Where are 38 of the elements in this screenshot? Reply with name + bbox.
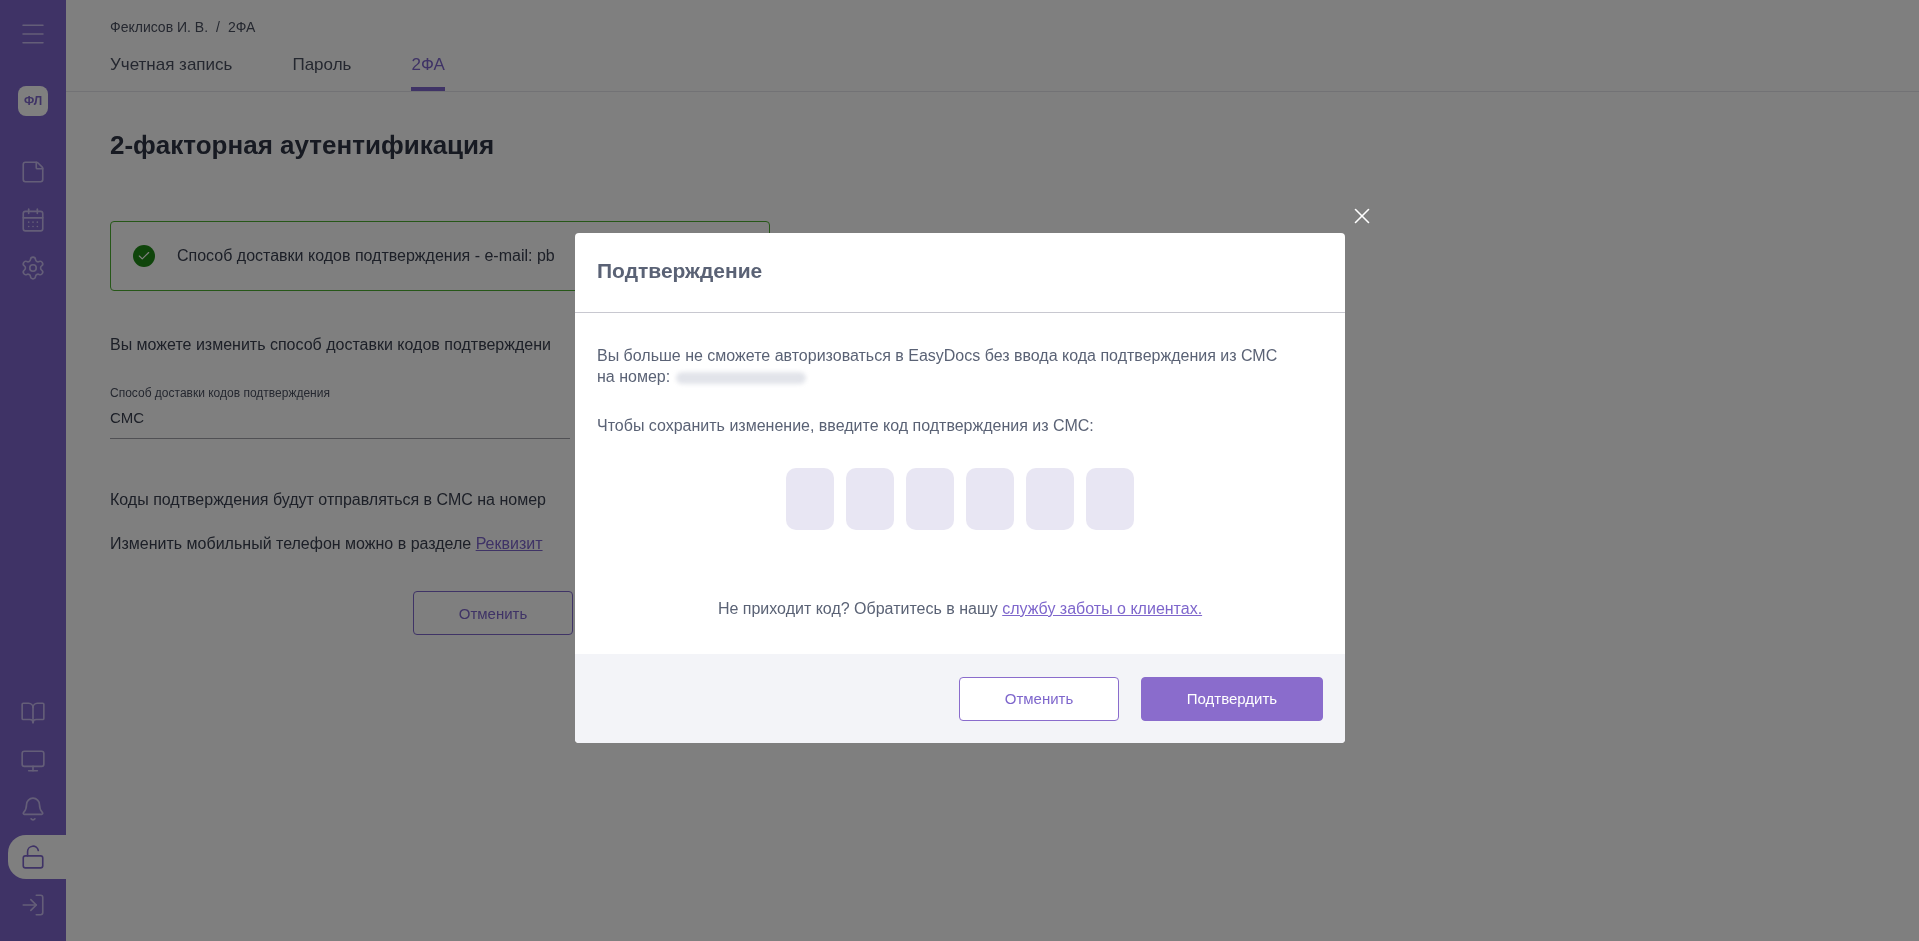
cancel-button[interactable]: Отменить [959, 676, 1119, 721]
intro-text: Вы можете изменить способ доставки кодов подтверждени [110, 336, 551, 354]
breadcrumb-item[interactable]: Феклисов И. В. [110, 19, 209, 35]
page-title: 2-факторная аутентификация [110, 130, 495, 161]
code-digit-field[interactable] [1086, 468, 1134, 530]
dialog-prompt: Чтобы сохранить изменение, введите код подтверждения из СМС: [597, 417, 1094, 434]
dialog-message: Вы больше не сможете авторизоваться в EasyDocs без ввода кода подтверждения из СМС [597, 347, 1278, 364]
breadcrumb-item: 2ФА [227, 19, 256, 35]
help-text: Не приходит код? Обратитесь в нашу [717, 600, 999, 617]
calendar-icon [20, 207, 46, 233]
check-icon [133, 245, 155, 267]
cancel-button[interactable]: Отменить [413, 591, 573, 635]
delivery-method-field[interactable]: Способ доставки кодов подтверждения СМС [110, 386, 570, 439]
code-digit-field[interactable] [906, 468, 954, 530]
sidebar-item[interactable] [8, 835, 66, 879]
tab[interactable]: 2ФА [411, 55, 445, 91]
sms-note-text: Коды подтверждения будут отправляться в СМС на номер [110, 491, 546, 509]
requisites-link[interactable]: Реквизит [475, 535, 543, 552]
dialog-title: Подтверждение [597, 259, 764, 283]
tab[interactable]: Пароль [292, 55, 352, 91]
code-digit-field[interactable] [1026, 468, 1074, 530]
note-icon [20, 159, 46, 185]
breadcrumb-item: / [216, 19, 220, 35]
bell-icon [20, 796, 46, 822]
open-lock-icon [20, 844, 46, 870]
dialog-message: на номер: [597, 368, 671, 385]
code-digit-field[interactable] [786, 468, 834, 530]
code-digit-field[interactable] [846, 468, 894, 530]
monitor-icon [20, 748, 46, 774]
phone-note-text: Изменить мобильный телефон можно в разделе [110, 535, 473, 552]
support-link[interactable]: службу заботы о клиентах. [1002, 600, 1203, 617]
tab[interactable]: Учетная запись [110, 55, 233, 91]
avatar-badge[interactable]: ФЛ [18, 86, 48, 116]
confirm-button[interactable]: Подтвердить [1141, 676, 1323, 721]
book-icon [20, 700, 46, 726]
code-digit-field[interactable] [966, 468, 1014, 530]
settings-icon [20, 255, 46, 281]
notice-text: Способ доставки кодов подтверждения - e-mail: pb [177, 247, 555, 265]
